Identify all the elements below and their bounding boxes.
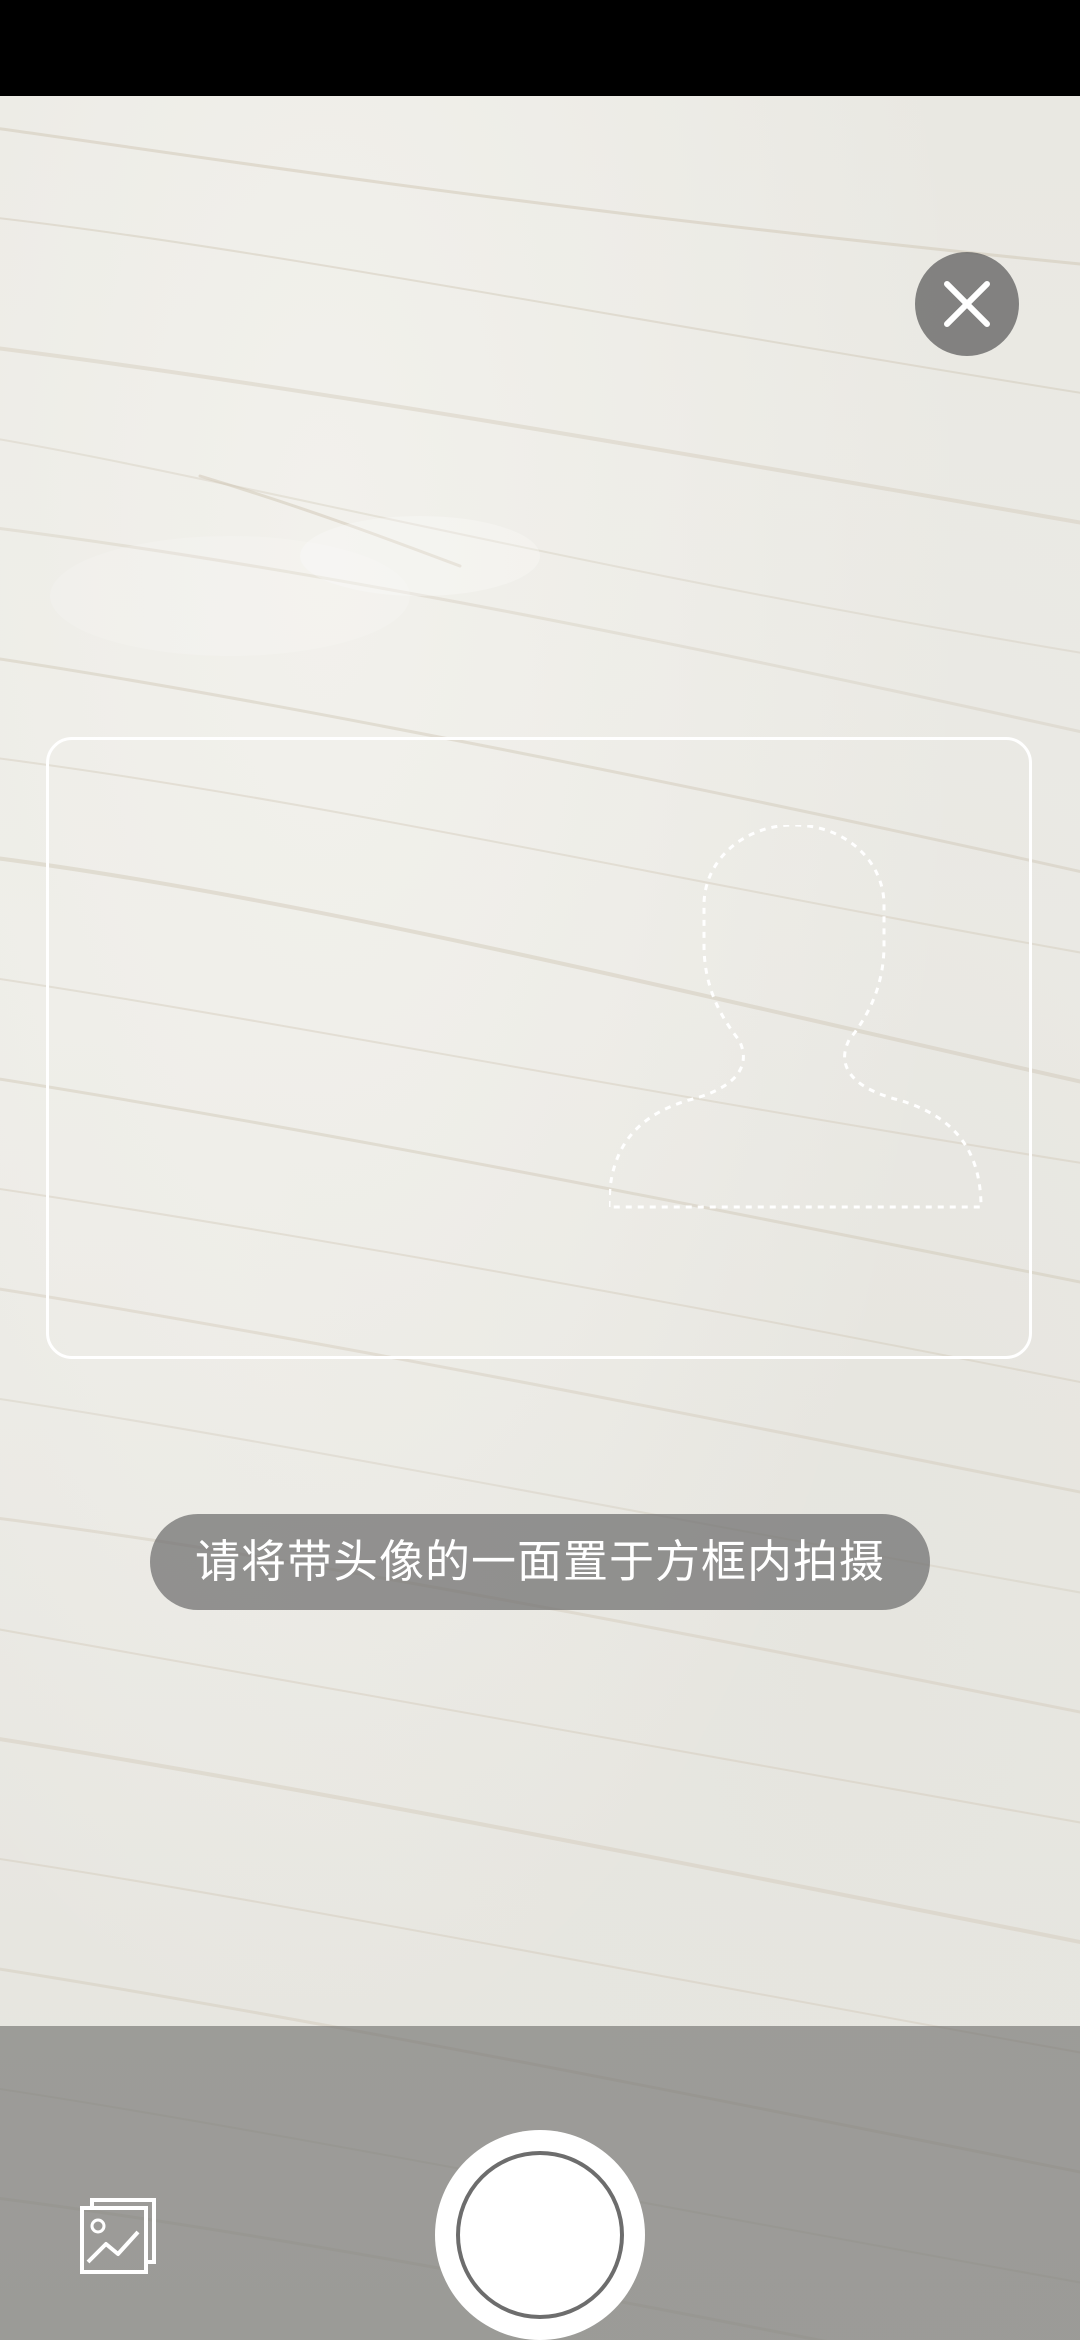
close-button[interactable] bbox=[915, 252, 1019, 356]
gallery-button[interactable] bbox=[78, 2196, 158, 2276]
camera-control-bar bbox=[0, 2026, 1080, 2340]
status-bar bbox=[0, 0, 1080, 96]
close-icon bbox=[944, 281, 990, 327]
shutter-icon bbox=[456, 2151, 624, 2319]
portrait-outline-icon bbox=[609, 825, 983, 1209]
camera-screen: 请将带头像的一面置于方框内拍摄 bbox=[0, 0, 1080, 2340]
capture-hint: 请将带头像的一面置于方框内拍摄 bbox=[150, 1514, 930, 1610]
id-card-frame bbox=[46, 737, 1032, 1359]
camera-viewfinder: 请将带头像的一面置于方框内拍摄 bbox=[0, 96, 1080, 2340]
gallery-icon bbox=[80, 2198, 156, 2274]
shutter-button[interactable] bbox=[435, 2130, 645, 2340]
